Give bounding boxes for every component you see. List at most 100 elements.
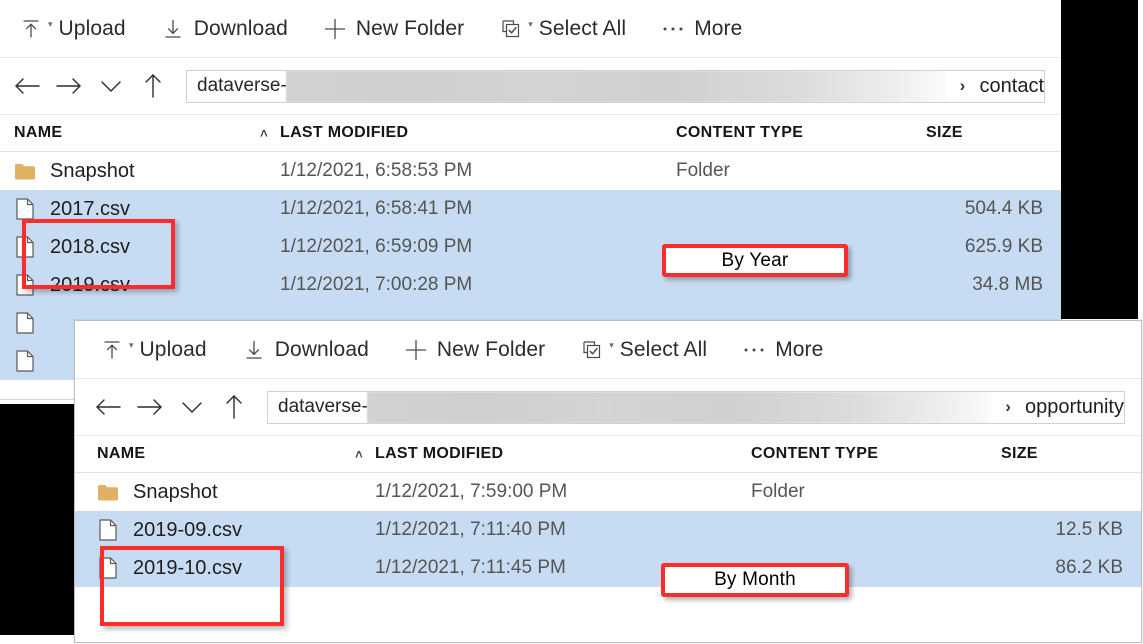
table-row[interactable]: 2019.csv 1/12/2021, 7:00:28 PM 34.8 MB [0, 266, 1061, 304]
table-row[interactable]: Snapshot 1/12/2021, 7:59:00 PM Folder [75, 473, 1141, 511]
cell-size: 12.5 KB [1055, 519, 1123, 540]
select-all-button[interactable]: ▾ Select All [494, 9, 630, 49]
new-folder-button[interactable]: New Folder [399, 330, 549, 370]
file-name-label: Snapshot [133, 480, 218, 503]
file-icon [97, 518, 119, 542]
column-header-name-label: NAME [97, 445, 146, 462]
breadcrumb-separator-icon: › [1005, 397, 1011, 416]
cell-last-modified: 1/12/2021, 7:59:00 PM [375, 481, 568, 502]
up-arrow-icon[interactable] [217, 390, 251, 424]
column-header-name-label: NAME [14, 124, 63, 141]
address-bar[interactable]: dataverse- › contact [186, 69, 1045, 103]
download-button[interactable]: Download [237, 330, 373, 370]
file-list-header: NAME ˄ LAST MODIFIED CONTENT TYPE SIZE [75, 435, 1141, 473]
table-row[interactable]: 2019-09.csv 1/12/2021, 7:11:40 PM 12.5 K… [75, 511, 1141, 549]
cell-last-modified: 1/12/2021, 6:58:53 PM [280, 160, 473, 181]
file-icon [14, 311, 36, 335]
cell-size: 625.9 KB [964, 236, 1043, 257]
column-header-last-modified[interactable]: LAST MODIFIED [375, 445, 751, 463]
select-all-caret-icon: ▾ [609, 340, 614, 350]
address-bar[interactable]: dataverse- › opportunity [267, 390, 1125, 424]
breadcrumb-leaf[interactable]: contact [980, 71, 1044, 102]
cell-name: 2019-09.csv [97, 518, 375, 542]
ellipsis-icon [660, 16, 686, 42]
cell-last-modified: 1/12/2021, 6:59:09 PM [280, 236, 473, 257]
upload-label: Upload [58, 16, 126, 40]
breadcrumb-root[interactable]: dataverse- [268, 392, 368, 423]
sort-ascending-icon: ˄ [355, 446, 363, 462]
file-icon [14, 235, 36, 259]
back-arrow-icon[interactable] [10, 69, 44, 103]
download-label: Download [193, 16, 288, 40]
file-name-label: 2019.csv [50, 273, 131, 296]
file-name-label: 2017.csv [50, 197, 131, 220]
cell-name: Snapshot [14, 159, 280, 183]
column-header-content-type[interactable]: CONTENT TYPE [751, 445, 1001, 463]
select-all-button[interactable]: ▾ Select All [575, 330, 711, 370]
column-header-size-label: SIZE [926, 124, 963, 141]
ellipsis-icon [741, 337, 767, 363]
download-icon [241, 337, 267, 363]
column-header-content-type-label: CONTENT TYPE [751, 445, 879, 462]
cell-content-type: Folder [676, 160, 730, 181]
table-row[interactable]: 2019-10.csv 1/12/2021, 7:11:45 PM 86.2 K… [75, 549, 1141, 587]
column-header-name[interactable]: NAME ˄ [14, 124, 280, 142]
breadcrumb-leaf[interactable]: opportunity [1025, 392, 1124, 423]
breadcrumb-root[interactable]: dataverse- [187, 71, 287, 102]
up-arrow-icon[interactable] [136, 69, 170, 103]
upload-caret-icon: ▾ [48, 19, 53, 29]
table-row[interactable]: 2017.csv 1/12/2021, 6:58:41 PM 504.4 KB [0, 190, 1061, 228]
more-label: More [694, 16, 743, 40]
select-all-caret-icon: ▾ [528, 19, 533, 29]
file-name-label: Snapshot [50, 159, 135, 182]
cell-name: 2019.csv [14, 273, 280, 297]
forward-arrow-icon[interactable] [52, 69, 86, 103]
cell-name: 2018.csv [14, 235, 280, 259]
column-header-name[interactable]: NAME ˄ [97, 445, 375, 463]
upload-button[interactable]: ▾ Upload [14, 9, 130, 49]
new-folder-button[interactable]: New Folder [318, 9, 468, 49]
back-arrow-icon[interactable] [91, 390, 125, 424]
navigation-bar: dataverse- › contact [0, 58, 1061, 114]
download-label: Download [274, 337, 369, 361]
redaction-mask-right [1061, 0, 1138, 319]
select-all-label: Select All [619, 337, 708, 361]
table-row[interactable]: Snapshot 1/12/2021, 6:58:53 PM Folder [0, 152, 1061, 190]
file-list-header: NAME ˄ LAST MODIFIED CONTENT TYPE SIZE [0, 114, 1061, 152]
column-header-last-modified[interactable]: LAST MODIFIED [280, 124, 676, 142]
upload-button[interactable]: ▾ Upload [95, 330, 211, 370]
chevron-down-icon[interactable] [175, 390, 209, 424]
sort-ascending-icon: ˄ [260, 125, 268, 141]
cell-content-type: Folder [751, 481, 805, 502]
cell-name: 2017.csv [14, 197, 280, 221]
table-row[interactable]: 2018.csv 1/12/2021, 6:59:09 PM 625.9 KB [0, 228, 1061, 266]
more-button[interactable]: More [656, 9, 746, 49]
more-label: More [775, 337, 824, 361]
column-header-size[interactable]: SIZE [926, 124, 1061, 142]
cell-name: 2019-10.csv [97, 556, 375, 580]
forward-arrow-icon[interactable] [133, 390, 167, 424]
file-icon [14, 273, 36, 297]
plus-icon [322, 16, 348, 42]
file-name-label: 2019-10.csv [133, 556, 242, 579]
new-folder-label: New Folder [436, 337, 546, 361]
chevron-down-icon[interactable] [94, 69, 128, 103]
download-button[interactable]: Download [156, 9, 292, 49]
select-all-icon [498, 16, 524, 42]
navigation-bar: dataverse- › opportunity [75, 379, 1141, 435]
download-icon [160, 16, 186, 42]
file-icon [14, 349, 36, 373]
column-header-content-type[interactable]: CONTENT TYPE [676, 124, 926, 142]
column-header-size-label: SIZE [1001, 445, 1038, 462]
column-header-content-type-label: CONTENT TYPE [676, 124, 804, 141]
cell-size: 86.2 KB [1055, 557, 1123, 578]
column-header-size[interactable]: SIZE [1001, 445, 1141, 463]
more-button[interactable]: More [737, 330, 827, 370]
annotation-label-by-month: By Month [661, 563, 849, 597]
annotation-label-by-year: By Year [662, 244, 848, 277]
breadcrumb-redacted-segment [285, 70, 946, 102]
upload-caret-icon: ▾ [129, 340, 134, 350]
cell-last-modified: 1/12/2021, 7:00:28 PM [280, 274, 473, 295]
file-explorer-panel-opportunity: ▾ Upload Download New Folder ▾ Select Al… [74, 320, 1142, 643]
breadcrumb-separator-icon: › [959, 76, 966, 95]
